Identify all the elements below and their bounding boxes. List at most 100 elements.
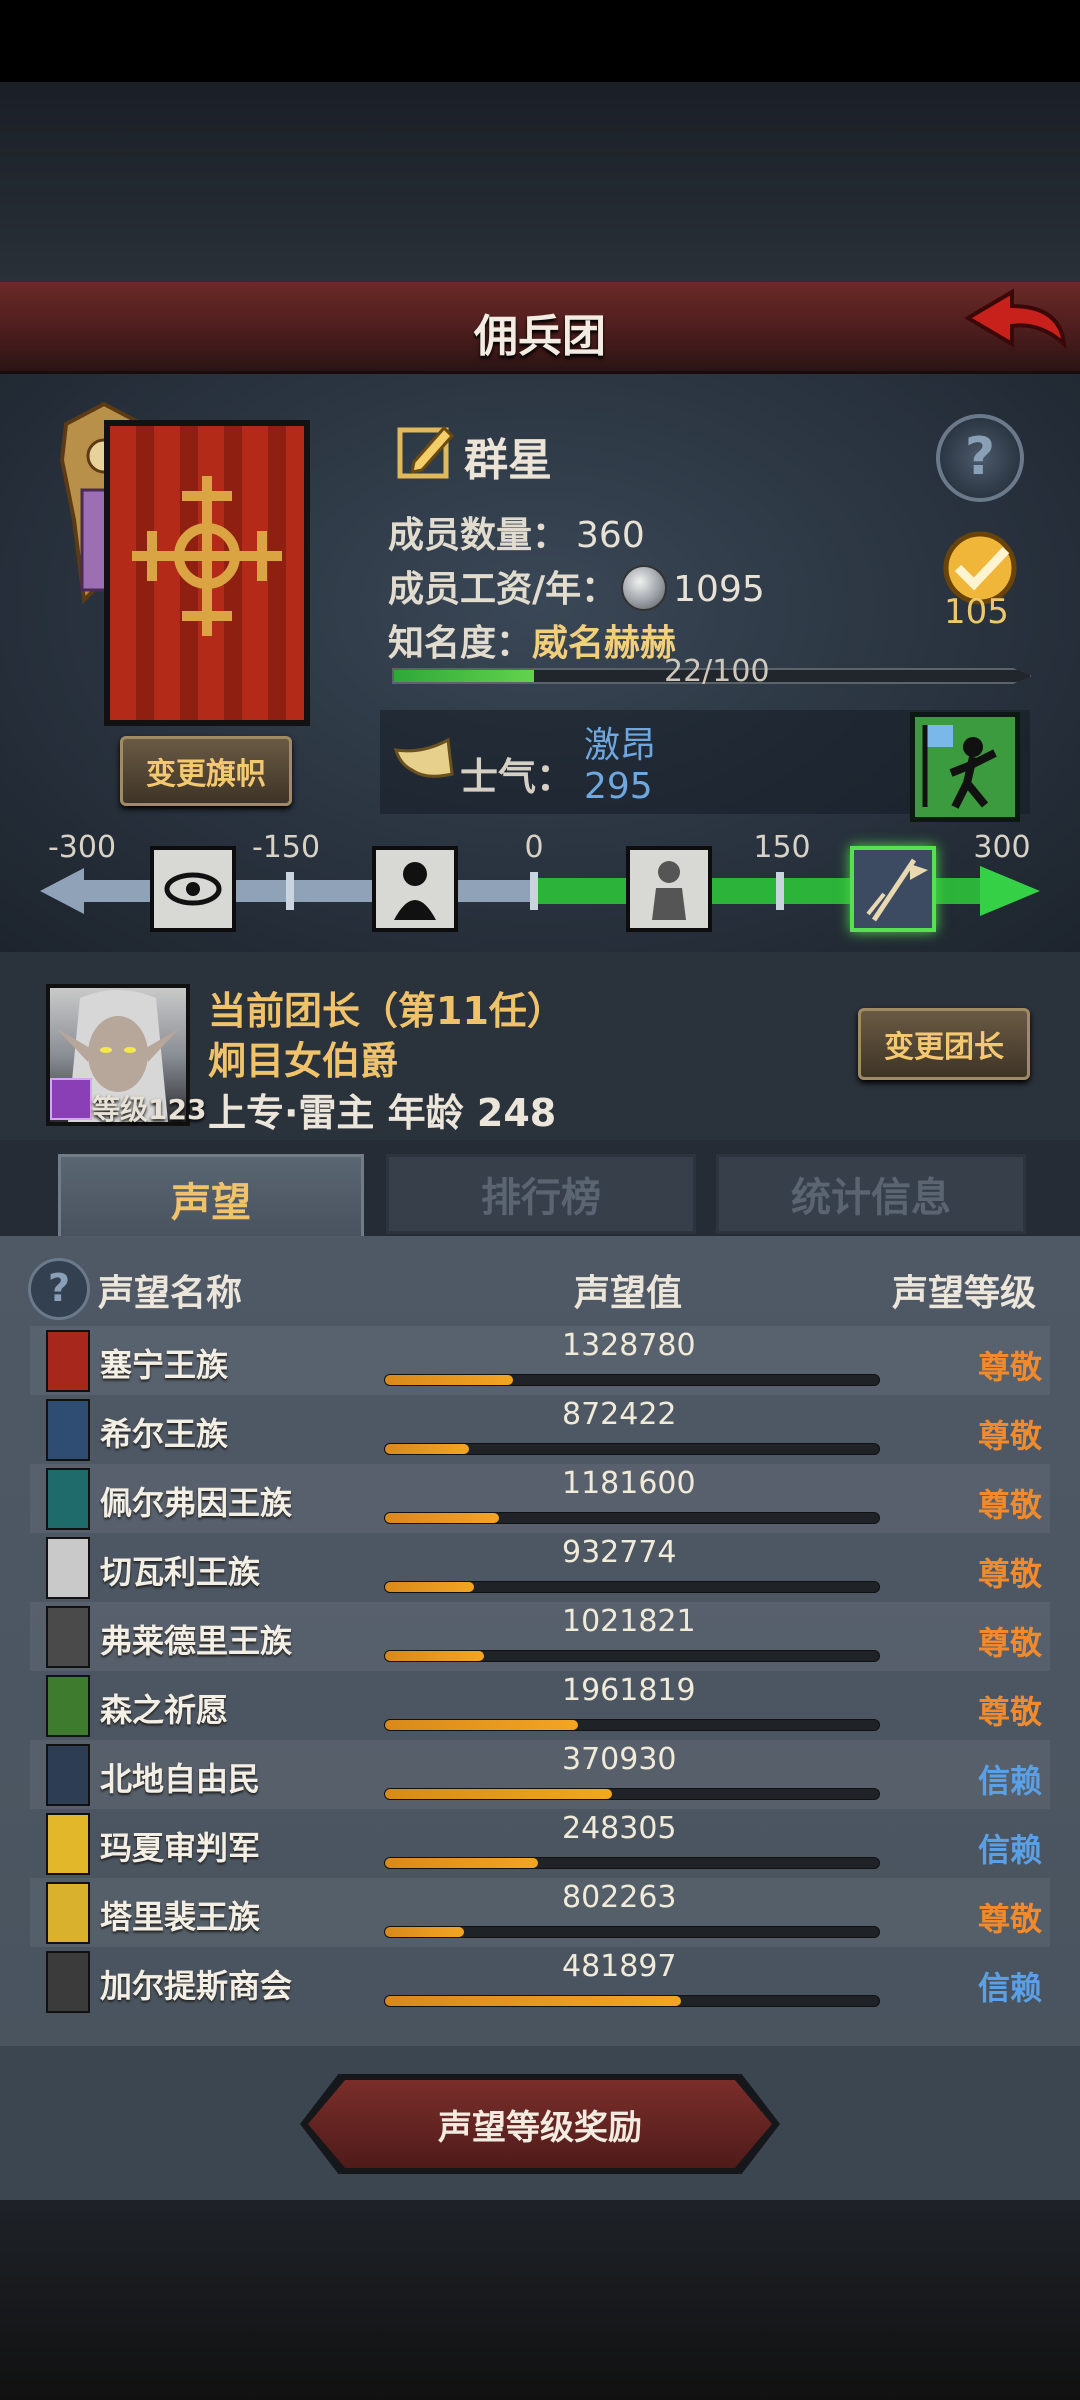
table-row[interactable]: 北地自由民 370930 信赖 bbox=[30, 1740, 1050, 1809]
top-background bbox=[0, 82, 1080, 282]
wage-stat: 成员工资/年： 1095 bbox=[388, 560, 765, 617]
table-row[interactable]: 弗莱德里王族 1021821 尊敬 bbox=[30, 1602, 1050, 1671]
reputation-level: 信赖 bbox=[978, 1762, 1043, 1800]
reputation-value: 370930 bbox=[562, 1742, 677, 1777]
reputation-level: 尊敬 bbox=[978, 1624, 1043, 1662]
morale-stage-calm-icon[interactable] bbox=[626, 846, 712, 932]
members-label: 成员数量： bbox=[388, 515, 569, 556]
reputation-progress-fill bbox=[385, 1789, 613, 1799]
header: 佣兵团 bbox=[0, 282, 1080, 374]
change-banner-button[interactable]: 变更旗帜 bbox=[120, 736, 292, 806]
faction-emblem-icon bbox=[46, 1330, 90, 1392]
reputation-progress-bar bbox=[384, 1788, 880, 1800]
morale-word: 激昂 bbox=[584, 725, 657, 766]
rally-flag-icon bbox=[922, 725, 997, 809]
help-icon[interactable]: ? bbox=[936, 414, 1024, 502]
table-row[interactable]: 切瓦利王族 932774 尊敬 bbox=[30, 1533, 1050, 1602]
table-row[interactable]: 塞宁王族 1328780 尊敬 bbox=[30, 1326, 1050, 1395]
faction-name: 切瓦利王族 bbox=[100, 1553, 261, 1591]
faction-emblem-icon bbox=[46, 1951, 90, 2013]
morale-stage-scared-icon[interactable] bbox=[372, 846, 458, 932]
morale-tick-label: 300 bbox=[973, 830, 1031, 865]
reputation-progress-bar bbox=[384, 1995, 880, 2007]
reputation-value: 481897 bbox=[562, 1949, 677, 1984]
leader-title: 当前团长（第11任） bbox=[208, 989, 565, 1033]
silver-coin-icon bbox=[621, 565, 668, 611]
faction-name: 塔里裴王族 bbox=[100, 1898, 261, 1936]
reputation-value: 1181600 bbox=[562, 1466, 696, 1501]
tab-reputation[interactable]: 声望 bbox=[58, 1154, 364, 1240]
morale-stage-inspired-icon[interactable] bbox=[850, 846, 936, 932]
reputation-progress-fill bbox=[385, 1858, 539, 1868]
reputation-level: 信赖 bbox=[978, 1969, 1043, 2007]
tab-statistics[interactable]: 统计信息 bbox=[716, 1154, 1026, 1234]
guild-banner bbox=[104, 420, 310, 726]
reputation-progress-bar bbox=[384, 1926, 880, 1938]
table-row[interactable]: 加尔提斯商会 481897 信赖 bbox=[30, 1947, 1050, 2016]
fame-word: 威名赫赫 bbox=[532, 623, 677, 664]
reputation-value: 932774 bbox=[562, 1535, 677, 1570]
leader-level: 等级123 bbox=[92, 1093, 207, 1126]
table-row[interactable]: 希尔王族 872422 尊敬 bbox=[30, 1395, 1050, 1464]
reputation-value: 802263 bbox=[562, 1880, 677, 1915]
tab-ranking[interactable]: 排行榜 bbox=[386, 1154, 696, 1234]
reputation-reward-button[interactable]: 声望等级奖励 bbox=[308, 2080, 772, 2168]
reputation-value: 1021821 bbox=[562, 1604, 696, 1639]
reputation-progress-bar bbox=[384, 1443, 880, 1455]
leader-name: 炯目女伯爵 bbox=[208, 1039, 399, 1083]
reputation-progress-bar bbox=[384, 1857, 880, 1869]
members-value: 360 bbox=[576, 515, 645, 556]
reputation-level: 信赖 bbox=[978, 1831, 1043, 1869]
guild-name: 群星 bbox=[464, 435, 552, 486]
table-row[interactable]: 佩尔弗因王族 1181600 尊敬 bbox=[30, 1464, 1050, 1533]
faction-emblem-icon bbox=[46, 1744, 90, 1806]
morale-tick-label: 0 bbox=[524, 830, 544, 865]
reputation-level: 尊敬 bbox=[978, 1417, 1043, 1455]
table-row[interactable]: 森之祈愿 1961819 尊敬 bbox=[30, 1671, 1050, 1740]
back-arrow-icon[interactable] bbox=[960, 288, 1070, 368]
wage-label: 成员工资/年： bbox=[388, 569, 618, 610]
reputation-progress-bar bbox=[384, 1719, 880, 1731]
table-row[interactable]: 玛夏审判军 248305 信赖 bbox=[30, 1809, 1050, 1878]
reputation-progress-bar bbox=[384, 1650, 880, 1662]
morale-label: 士气： bbox=[460, 755, 575, 799]
reputation-level: 尊敬 bbox=[978, 1900, 1043, 1938]
reputation-progress-fill bbox=[385, 1651, 484, 1661]
fame-stat: 知名度：威名赫赫 bbox=[388, 614, 676, 666]
cowering-figure-icon bbox=[394, 862, 436, 920]
column-header-name: 声望名称 bbox=[98, 1273, 243, 1314]
change-leader-button[interactable]: 变更团长 bbox=[858, 1008, 1030, 1080]
faction-name: 加尔提斯商会 bbox=[100, 1967, 293, 2005]
fame-progress-text: 22/100 bbox=[664, 654, 770, 689]
morale-state-icon[interactable] bbox=[910, 712, 1020, 822]
table-row[interactable]: 塔里裴王族 802263 尊敬 bbox=[30, 1878, 1050, 1947]
reputation-level: 尊敬 bbox=[978, 1555, 1043, 1593]
reputation-progress-fill bbox=[385, 1996, 682, 2006]
reputation-progress-bar bbox=[384, 1512, 880, 1524]
faction-name: 塞宁王族 bbox=[100, 1346, 229, 1384]
faction-name: 北地自由民 bbox=[100, 1760, 261, 1798]
reputation-level: 尊敬 bbox=[978, 1486, 1043, 1524]
leader-info: 上专·雷主 年龄 248 bbox=[208, 1091, 557, 1135]
reputation-value: 1961819 bbox=[562, 1673, 696, 1708]
edit-name-icon[interactable] bbox=[396, 420, 456, 480]
faction-name: 佩尔弗因王族 bbox=[100, 1484, 293, 1522]
banner-emblem-icon bbox=[132, 476, 282, 636]
morale-stage-terrified-icon[interactable] bbox=[150, 846, 236, 932]
help-icon[interactable]: ? bbox=[28, 1258, 90, 1320]
morale-tick-label: -300 bbox=[47, 830, 117, 865]
page-title: 佣兵团 bbox=[474, 311, 606, 362]
fame-label: 知名度： bbox=[388, 623, 533, 664]
horn-icon bbox=[393, 737, 454, 778]
reputation-progress-fill bbox=[385, 1927, 465, 1937]
members-stat: 成员数量： 360 bbox=[388, 506, 645, 558]
reputation-value: 872422 bbox=[562, 1397, 677, 1432]
reputation-progress-bar bbox=[384, 1374, 880, 1386]
reputation-progress-fill bbox=[385, 1444, 469, 1454]
reputation-level: 尊敬 bbox=[978, 1348, 1043, 1386]
medal-value: 105 bbox=[944, 592, 1009, 632]
wage-value: 1095 bbox=[673, 569, 765, 610]
reputation-progress-fill bbox=[385, 1720, 578, 1730]
faction-emblem-icon bbox=[46, 1675, 90, 1737]
reputation-progress-bar bbox=[384, 1581, 880, 1593]
